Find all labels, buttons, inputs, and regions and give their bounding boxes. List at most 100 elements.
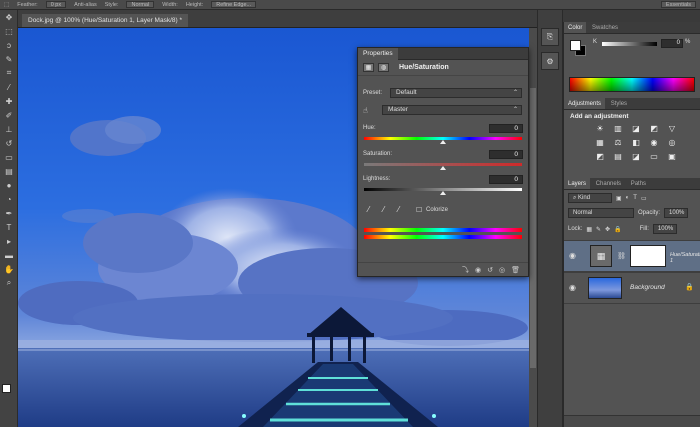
blur-tool-icon[interactable]: ●	[0, 178, 18, 192]
adjustments-panel: Adjustments Styles Add an adjustment ☀ ▥…	[563, 98, 700, 178]
tab-swatches[interactable]: Swatches	[588, 22, 622, 33]
opacity-label: Opacity:	[638, 210, 661, 216]
shape-tool-icon[interactable]: ▬	[0, 248, 18, 262]
canvas-vertical-scrollbar[interactable]	[529, 28, 537, 427]
move-tool-icon[interactable]: ✥	[0, 10, 18, 24]
lock-position-icon[interactable]: ✥	[605, 226, 610, 233]
fill-input[interactable]: 100%	[652, 224, 677, 234]
lock-transparent-icon[interactable]: ▦	[586, 226, 592, 233]
brightness-contrast-icon[interactable]: ☀	[594, 123, 606, 134]
hue-input[interactable]: 0	[489, 124, 523, 133]
filter-adjustment-icon[interactable]: ◐	[626, 195, 630, 201]
path-selection-tool-icon[interactable]: ▸	[0, 234, 18, 248]
properties-footer: ⤵ ◉ ↺ ◎ 🗑	[358, 262, 528, 276]
eyedropper-minus-icon[interactable]: ⁄	[398, 205, 399, 214]
lock-image-icon[interactable]: ✎	[596, 226, 601, 233]
crop-tool-icon[interactable]: ⌗	[0, 66, 18, 80]
black-white-icon[interactable]: ◧	[630, 137, 642, 148]
dodge-tool-icon[interactable]: ◔	[0, 192, 18, 206]
clip-to-layer-icon[interactable]: ⤵	[462, 265, 469, 275]
eraser-tool-icon[interactable]: ▭	[0, 150, 18, 164]
properties-tab[interactable]: Properties	[358, 48, 398, 60]
properties-panel-icon[interactable]: ⚙	[541, 52, 559, 70]
tab-layers[interactable]: Layers	[564, 178, 591, 189]
clone-stamp-tool-icon[interactable]: ⊥	[0, 122, 18, 136]
lightness-slider-thumb[interactable]	[440, 191, 446, 195]
reset-icon[interactable]: ↺	[487, 266, 493, 274]
posterize-icon[interactable]: ▤	[612, 151, 624, 162]
document-tab[interactable]: Dock.jpg @ 100% (Hue/Saturation 1, Layer…	[22, 14, 189, 27]
marquee-tool-icon[interactable]: ⬚	[4, 2, 9, 8]
visibility-icon[interactable]: ◎	[499, 266, 505, 274]
eyedropper-plus-icon[interactable]: ⁄	[383, 205, 384, 214]
hue-slider-thumb[interactable]	[440, 140, 446, 144]
visibility-eye-icon[interactable]: ◉	[569, 284, 577, 292]
eyedropper-icon[interactable]: ⁄	[368, 205, 369, 214]
tab-styles[interactable]: Styles	[607, 98, 631, 109]
k-value-input[interactable]: 0	[661, 39, 683, 48]
preset-select[interactable]: Default ⌃	[390, 88, 522, 98]
foreground-color-chip[interactable]	[570, 40, 581, 51]
tab-channels[interactable]: Channels	[592, 178, 625, 189]
hue-saturation-icon[interactable]: ▦	[594, 137, 606, 148]
hand-tool-icon[interactable]: ✋	[0, 262, 18, 276]
layer-filter-select[interactable]: ⌕ Kind	[568, 193, 612, 203]
saturation-slider-thumb[interactable]	[440, 166, 446, 170]
eyedropper-tool-icon[interactable]: ⁄	[0, 80, 18, 94]
photo-filter-icon[interactable]: ◉	[648, 137, 660, 148]
channel-mixer-icon[interactable]: ◎	[666, 137, 678, 148]
type-tool-icon[interactable]: T	[0, 220, 18, 234]
style-select[interactable]: Normal	[126, 1, 155, 8]
quick-select-tool-icon[interactable]: ✎	[0, 52, 18, 66]
lasso-tool-icon[interactable]: ↄ	[0, 38, 18, 52]
saturation-input[interactable]: 0	[489, 150, 523, 159]
gradient-tool-icon[interactable]: ▤	[0, 164, 18, 178]
feather-input[interactable]: 0 px	[45, 1, 67, 8]
tab-color[interactable]: Color	[564, 22, 587, 33]
anti-alias-checkbox[interactable]: Anti-alias	[74, 2, 97, 8]
visibility-eye-icon[interactable]: ◉	[569, 252, 577, 260]
mask-link-icon[interactable]: ⛓	[617, 252, 626, 260]
levels-icon[interactable]: ▥	[612, 123, 624, 134]
threshold-icon[interactable]: ◪	[630, 151, 642, 162]
pen-tool-icon[interactable]: ✒	[0, 206, 18, 220]
refine-edge-button[interactable]: Refine Edge...	[211, 1, 257, 8]
view-previous-icon[interactable]: ◉	[475, 266, 481, 274]
healing-brush-tool-icon[interactable]: ✚	[0, 94, 18, 108]
channel-select[interactable]: Master ⌃	[382, 105, 522, 115]
opacity-input[interactable]: 100%	[664, 208, 689, 218]
lock-all-icon[interactable]: 🔒	[614, 226, 621, 233]
filter-shape-icon[interactable]: ▭	[641, 195, 647, 202]
exposure-icon[interactable]: ◩	[648, 123, 660, 134]
tab-paths[interactable]: Paths	[627, 178, 650, 189]
gradient-map-icon[interactable]: ▭	[648, 151, 660, 162]
adjustment-layer-icon[interactable]: ▦	[363, 63, 374, 72]
history-brush-tool-icon[interactable]: ↺	[0, 136, 18, 150]
marquee-tool-icon[interactable]: ⬚	[0, 24, 18, 38]
brush-tool-icon[interactable]: ✐	[0, 108, 18, 122]
color-balance-icon[interactable]: ⚖	[612, 137, 624, 148]
delete-icon[interactable]: 🗑	[511, 266, 520, 274]
foreground-color-swatch[interactable]	[2, 384, 11, 393]
workspace-select[interactable]: Essentials	[660, 1, 696, 8]
color-ramp[interactable]	[569, 77, 695, 92]
tab-adjustments[interactable]: Adjustments	[564, 98, 606, 109]
layer-row-background[interactable]: ◉ Background 🔒	[564, 272, 700, 304]
vibrance-icon[interactable]: ▽	[666, 123, 678, 134]
history-panel-icon[interactable]: ⎘	[541, 28, 559, 46]
layer-row-hue-saturation[interactable]: ◉ ▦ ⛓ Hue/Saturation 1	[564, 240, 700, 272]
colorize-checkbox[interactable]: ☐	[416, 206, 422, 214]
filter-type-icon[interactable]: T	[633, 195, 637, 201]
layer-mask-thumbnail[interactable]	[630, 245, 666, 267]
selective-color-icon[interactable]: ▣	[666, 151, 678, 162]
curves-icon[interactable]: ◪	[630, 123, 642, 134]
zoom-tool-icon[interactable]: ⌕	[0, 276, 18, 290]
filter-pixel-icon[interactable]: ▣	[616, 195, 622, 202]
lightness-input[interactable]: 0	[489, 175, 523, 184]
color-swatches[interactable]	[2, 384, 16, 406]
blend-mode-select[interactable]: Normal	[568, 208, 634, 218]
invert-icon[interactable]: ◩	[594, 151, 606, 162]
layer-mask-icon[interactable]: ◍	[378, 63, 389, 72]
k-slider[interactable]	[602, 42, 657, 46]
targeted-adjustment-icon[interactable]: ☝	[363, 106, 368, 115]
